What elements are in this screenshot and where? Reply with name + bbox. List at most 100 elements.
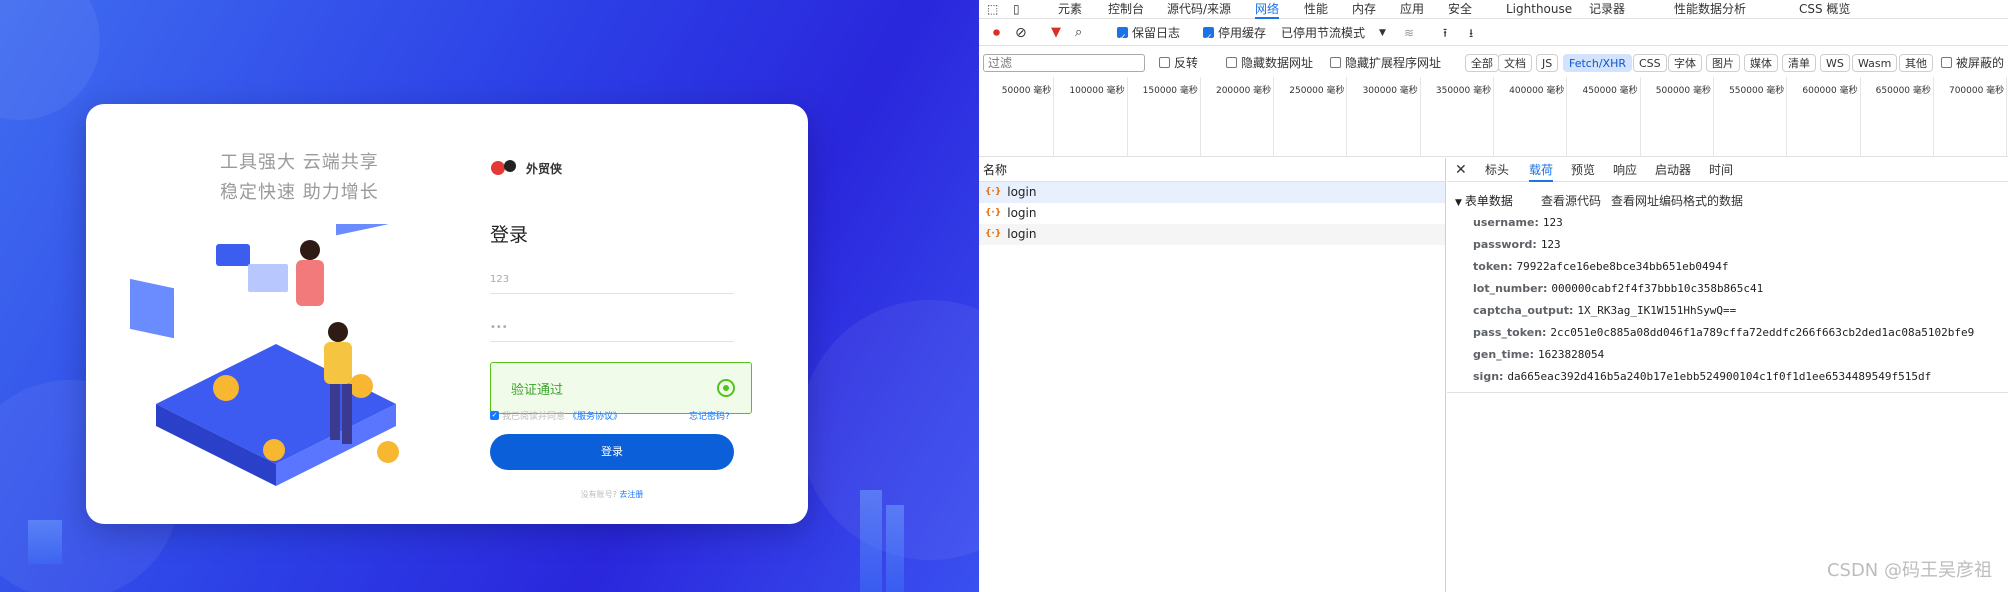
forgot-password-link[interactable]: 忘记密码? (689, 409, 730, 422)
tab-security[interactable]: 安全 (1448, 0, 1472, 19)
name-column-header[interactable]: 名称 (979, 158, 1445, 182)
xhr-icon: {·} (985, 208, 1002, 218)
chip-img[interactable]: 图片 (1706, 54, 1740, 72)
agree-checkbox[interactable]: ✓ (490, 411, 499, 420)
password-input[interactable]: ••• (490, 312, 734, 342)
view-source-link[interactable]: 查看源代码 (1541, 192, 1601, 209)
captcha-verified[interactable]: 验证通过 (490, 362, 752, 414)
payload-row: captcha_output: 1X_RK3ag_IK1W151HhSywQ== (1473, 304, 1736, 317)
blocked-requests-checkbox[interactable]: 被屏蔽的 (1941, 50, 2004, 76)
captcha-refresh-icon (717, 379, 735, 397)
chip-ws[interactable]: WS (1820, 54, 1850, 72)
clear-icon[interactable]: ⊘ (1015, 20, 1027, 46)
chip-font[interactable]: 字体 (1668, 54, 1702, 72)
bg-cube (886, 505, 904, 592)
tab-elements[interactable]: 元素 (1058, 0, 1082, 19)
chip-css[interactable]: CSS (1633, 54, 1667, 72)
tab-application[interactable]: 应用 (1400, 0, 1424, 19)
payload-value: 79922afce16ebe8bce34bb651eb0494f (1516, 260, 1729, 273)
checkbox-icon (1330, 57, 1341, 68)
timeline-tick: 700000 毫秒 (1934, 77, 2008, 157)
disable-cache-checkbox[interactable]: 停用缓存 (1203, 20, 1266, 51)
tab-console[interactable]: 控制台 (1108, 0, 1144, 19)
export-icon[interactable]: ⭳ (1469, 20, 1473, 46)
timeline-tick: 450000 毫秒 (1567, 77, 1641, 157)
timeline-tick: 150000 毫秒 (1128, 77, 1201, 157)
timeline-tick: 100000 毫秒 (1054, 77, 1128, 157)
request-detail: ✕ 标头 载荷 预览 响应 启动器 时间 ▼ 表单数据 查看源代码 查看网址编码格… (1447, 158, 2008, 592)
tab-initiator[interactable]: 启动器 (1655, 158, 1691, 182)
payload-row: password: 123 (1473, 238, 1561, 251)
agreement: ✓ 我已阅读并同意 《服务协议》 (490, 409, 622, 422)
network-overview-timeline[interactable]: 50000 毫秒 100000 毫秒 150000 毫秒 200000 毫秒 25000… (979, 77, 2008, 157)
preserve-log-checkbox[interactable]: 保留日志 (1117, 20, 1180, 51)
chip-other[interactable]: 其他 (1899, 54, 1933, 72)
tab-payload[interactable]: 载荷 (1529, 158, 1554, 182)
chip-all[interactable]: 全部 (1465, 54, 1499, 72)
slogan-line: 工具强大 云端共享 (220, 152, 379, 173)
chip-manifest[interactable]: 清单 (1782, 54, 1816, 72)
tab-css-overview[interactable]: CSS 概览 (1799, 0, 1850, 19)
timeline-tick: 600000 毫秒 (1787, 77, 1861, 157)
timeline-tick: 650000 毫秒 (1861, 77, 1934, 157)
payload-key: gen_time: (1473, 348, 1535, 361)
view-url-encoded-link[interactable]: 查看网址编码格式的数据 (1611, 192, 1743, 209)
login-button[interactable]: 登录 (490, 434, 734, 470)
invert-checkbox[interactable]: 反转 (1159, 50, 1198, 76)
chip-media[interactable]: 媒体 (1744, 54, 1778, 72)
hide-data-urls-label: 隐藏数据网址 (1241, 56, 1314, 70)
import-icon[interactable]: ⭱ (1443, 20, 1447, 46)
tab-response[interactable]: 响应 (1613, 158, 1637, 182)
device-toggle-icon[interactable]: ▯ (1013, 0, 1020, 19)
form-data-section[interactable]: ▼ 表单数据 (1455, 192, 1513, 209)
request-row[interactable]: {·} login (979, 224, 1445, 245)
payload-row: gen_time: 1623828054 (1473, 348, 1604, 361)
payload-key: username: (1473, 216, 1539, 229)
tab-performance-insights[interactable]: 性能数据分析 (1674, 0, 1746, 19)
chip-js[interactable]: JS (1536, 54, 1559, 72)
form-data-label: 表单数据 (1464, 194, 1513, 208)
hide-ext-urls-checkbox[interactable]: 隐藏扩展程序网址 (1330, 50, 1441, 76)
network-conditions-icon[interactable]: ≋ (1404, 20, 1414, 46)
tab-timing[interactable]: 时间 (1709, 158, 1733, 182)
tab-preview[interactable]: 预览 (1571, 158, 1595, 182)
chip-doc[interactable]: 文档 (1498, 54, 1532, 72)
payload-row: username: 123 (1473, 216, 1563, 229)
throttle-select[interactable]: 已停用节流模式 (1281, 20, 1365, 46)
service-agreement-link[interactable]: 《服务协议》 (568, 409, 622, 422)
tab-performance[interactable]: 性能 (1304, 0, 1328, 19)
request-row[interactable]: {·} login (979, 203, 1445, 224)
login-page: 工具强大 云端共享 稳定快速 助力增长 外贸侠 登录 123 ••• 验证通过 … (0, 0, 979, 592)
request-row[interactable]: {·} login (979, 182, 1445, 203)
payload-key: password: (1473, 238, 1537, 251)
payload-row: lot_number: 000000cabf2f4f37bbb10c358b865… (1473, 282, 1763, 295)
search-icon[interactable]: ⌕ (1075, 20, 1082, 46)
devtools-tabbar: ⬚ ▯ 元素 控制台 源代码/来源 网络 性能 内存 应用 安全 Lightho… (979, 0, 2008, 19)
close-icon[interactable]: ✕ (1455, 158, 1467, 182)
timeline-tick: 50000 毫秒 (981, 77, 1055, 157)
tab-lighthouse[interactable]: Lighthouse (1506, 0, 1572, 19)
filter-input[interactable]: 过滤 (983, 54, 1145, 72)
bg-decoration (0, 0, 100, 120)
tab-sources[interactable]: 源代码/来源 (1167, 0, 1231, 19)
tab-memory[interactable]: 内存 (1352, 0, 1376, 19)
brand-logo-icon (491, 160, 516, 175)
divider (1447, 392, 2008, 393)
checkbox-icon (1941, 57, 1952, 68)
filter-icon[interactable]: ▼ (1051, 20, 1061, 46)
chip-fetch-xhr[interactable]: Fetch/XHR (1563, 54, 1632, 72)
record-stop-icon[interactable]: ⏺ (993, 20, 1000, 46)
brand: 外贸侠 (490, 158, 562, 178)
timeline-tick: 200000 毫秒 (1201, 77, 1275, 157)
tab-network[interactable]: 网络 (1255, 0, 1280, 19)
chevron-down-icon[interactable]: ▼ (1379, 20, 1386, 46)
timeline-tick: 250000 毫秒 (1274, 77, 1348, 157)
username-input[interactable]: 123 (490, 264, 734, 294)
tab-headers[interactable]: 标头 (1485, 158, 1509, 182)
register-link[interactable]: 去注册 (619, 490, 643, 499)
xhr-icon: {·} (985, 187, 1002, 197)
inspect-icon[interactable]: ⬚ (987, 0, 998, 19)
chip-wasm[interactable]: Wasm (1852, 54, 1898, 72)
tab-recorder[interactable]: 记录器 (1589, 0, 1625, 19)
hide-data-urls-checkbox[interactable]: 隐藏数据网址 (1226, 50, 1313, 76)
